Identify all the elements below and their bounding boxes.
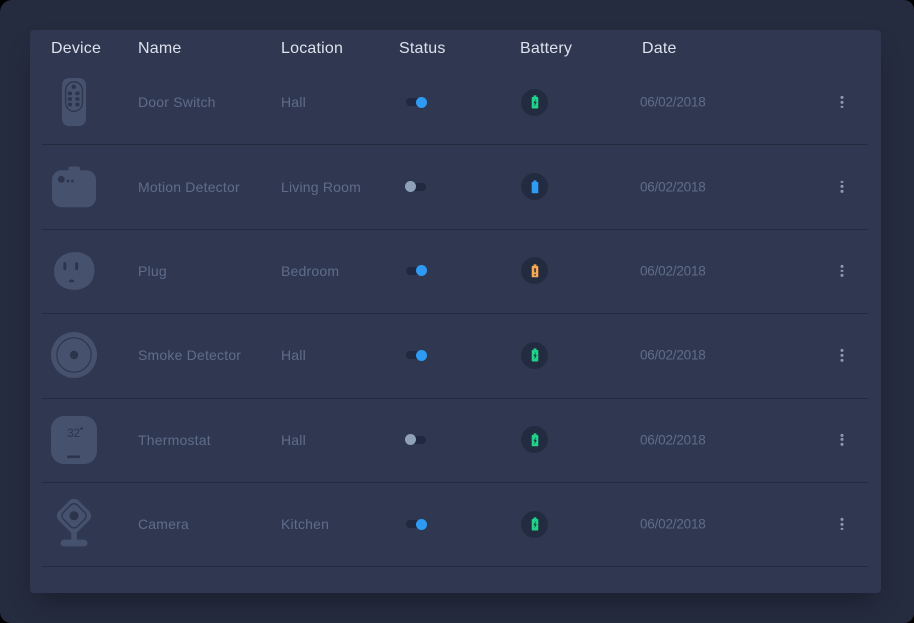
svg-text:32: 32 [67,428,80,440]
